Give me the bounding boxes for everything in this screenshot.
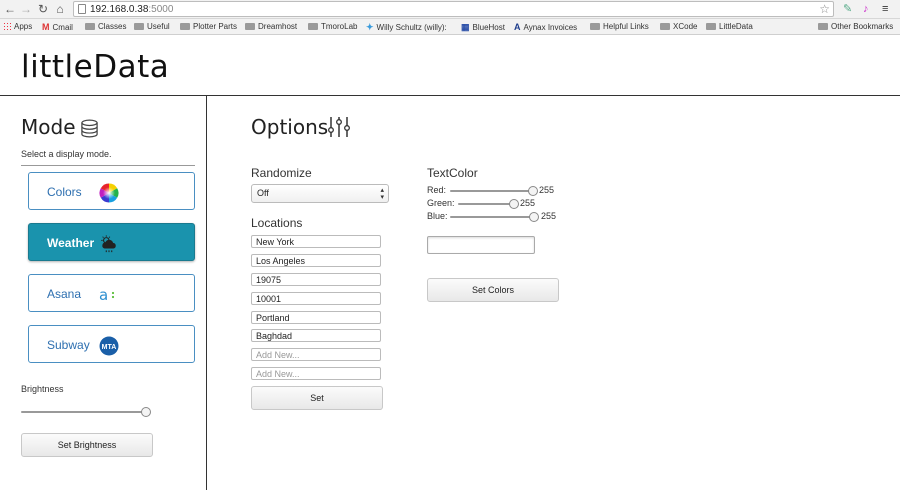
bookmark-dreamhost[interactable]: Dreamhost [245,22,297,32]
mode-button-colors[interactable]: Colors [28,172,195,210]
weather-cloud-icon [101,235,116,253]
asana-icon: a [99,286,115,304]
mail-icon: M [42,22,50,32]
textcolor-title: TextColor [427,166,478,180]
panel-divider [206,96,207,490]
bookmark-xcode[interactable]: XCode [660,22,697,32]
mode-button-subway[interactable]: Subway MTA [28,325,195,363]
menu-icon[interactable]: ≡ [882,2,888,16]
svg-text:a: a [99,286,108,304]
new-location-field-2[interactable] [251,367,381,380]
folder-icon [134,23,144,30]
home-icon[interactable]: ⌂ [53,2,67,16]
set-brightness-button[interactable]: Set Brightness [21,433,153,457]
twitter-bird-icon: ✦ [366,22,374,32]
app-logo: littleData [21,49,170,85]
mode-button-label: Asana [47,287,82,301]
blue-slider-knob[interactable] [529,212,539,222]
red-label: Red: [427,185,447,195]
set-colors-button[interactable]: Set Colors [427,278,559,302]
mode-button-label: Weather [47,236,95,250]
bookmark-cmail[interactable]: M Cmail [42,22,73,33]
green-value: 255 [520,198,536,208]
options-title: Options [251,115,329,139]
location-field-3[interactable] [251,273,381,286]
red-slider-knob[interactable] [528,186,538,196]
green-slider-knob[interactable] [509,199,519,209]
red-value: 255 [539,185,555,195]
back-arrow-icon[interactable]: ← [3,2,17,16]
mode-button-label: Subway [47,338,90,352]
randomize-select[interactable]: Off ▴ ▾ [251,184,389,203]
location-field-4[interactable] [251,292,381,305]
folder-icon [180,23,190,30]
bookmark-apps[interactable]: Apps [3,22,32,32]
randomize-selected-value: Off [257,188,269,198]
blue-value: 255 [541,211,557,221]
bookmark-twitter[interactable]: ✦ Willy Schultz (willy): [366,22,447,33]
svg-text:MTA: MTA [102,344,117,351]
bookmark-aynax[interactable]: A Aynax Invoices [514,22,577,33]
bookmark-plotter-parts[interactable]: Plotter Parts [180,22,237,32]
sliders-icon [328,117,350,137]
bookmark-littledata[interactable]: LittleData [706,22,753,32]
mode-subtitle: Select a display mode. [21,149,112,159]
bookmark-star-icon[interactable]: ☆ [819,2,830,16]
location-field-1[interactable] [251,235,381,248]
bookmarks-bar: Apps M Cmail Classes Useful Plotter Parts… [0,19,900,35]
folder-icon [85,23,95,30]
red-slider-track[interactable] [450,190,532,192]
bookmark-other[interactable]: Other Bookmarks [818,22,893,32]
brightness-slider-knob[interactable] [141,407,151,417]
aynax-logo-icon: A [514,22,521,32]
address-bar[interactable]: 192.168.0.38:5000 ☆ [73,1,834,17]
color-preview-swatch [427,236,535,254]
color-wheel-icon [99,183,119,203]
mode-button-asana[interactable]: Asana a [28,274,195,312]
mode-divider [21,165,195,166]
bookmark-helpful-links[interactable]: Helpful Links [590,22,649,32]
location-field-2[interactable] [251,254,381,267]
bookmark-bluehost[interactable]: ▦ BlueHost [461,22,505,33]
music-extension-icon[interactable]: ♪ [863,2,869,16]
location-field-6[interactable] [251,329,381,342]
folder-icon [590,23,600,30]
set-locations-button[interactable]: Set [251,386,383,410]
green-label: Green: [427,198,455,208]
brightness-slider-track[interactable] [21,411,146,413]
green-slider-track[interactable] [458,203,514,205]
folder-icon [245,23,255,30]
url-text: 192.168.0.38:5000 [90,4,174,15]
app-header: littleData [0,36,900,96]
grid-icon: ▦ [461,22,470,32]
mode-button-label: Colors [47,185,82,199]
mode-button-weather[interactable]: Weather [28,223,195,261]
extension-icon[interactable]: ✎ [843,2,852,16]
browser-toolbar: ← → ↻ ⌂ 192.168.0.38:5000 ☆ ✎ ♪ ≡ [0,0,900,19]
bookmark-tmorolab[interactable]: TmoroLab [308,22,357,32]
reload-icon[interactable]: ↻ [36,2,50,16]
randomize-label: Randomize [251,166,312,180]
apps-grid-icon [3,22,11,30]
folder-icon [818,23,828,30]
blue-label: Blue: [427,211,448,221]
locations-label: Locations [251,216,303,230]
folder-icon [706,23,716,30]
database-icon [81,119,98,138]
location-field-5[interactable] [251,311,381,324]
select-arrows-icon: ▴ ▾ [380,187,384,201]
folder-icon [660,23,670,30]
forward-arrow-icon[interactable]: → [19,2,33,16]
page-icon [78,4,86,14]
bookmark-classes[interactable]: Classes [85,22,126,32]
mta-icon: MTA [99,336,119,356]
bookmark-useful[interactable]: Useful [134,22,170,32]
new-location-field-1[interactable] [251,348,381,361]
brightness-label: Brightness [21,384,64,394]
mode-title: Mode [21,115,76,139]
folder-icon [308,23,318,30]
blue-slider-track[interactable] [450,216,534,218]
